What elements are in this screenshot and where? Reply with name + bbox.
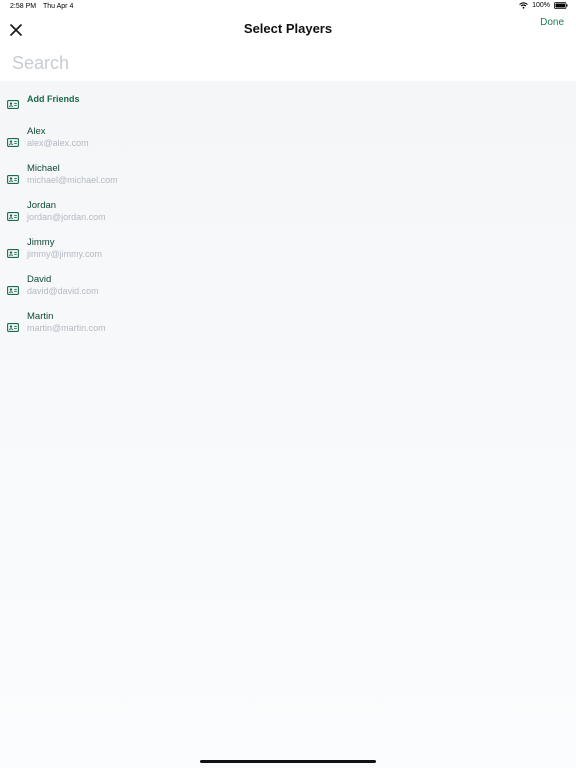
player-row[interactable]: Martin martin@martin.com: [0, 307, 576, 341]
player-email: martin@martin.com: [27, 323, 106, 333]
contact-card-icon: [7, 282, 19, 295]
contact-card-icon: [7, 319, 19, 332]
player-email: michael@michael.com: [27, 175, 118, 185]
done-button[interactable]: Done: [540, 17, 564, 28]
player-row[interactable]: Jordan jordan@jordan.com: [0, 196, 576, 230]
player-name: Jordan: [27, 200, 57, 211]
contact-card-icon: [7, 245, 19, 258]
page-title: Select Players: [243, 21, 333, 36]
status-indicators: 100%: [519, 2, 568, 9]
status-bar: 2:58 PM Thu Apr 4 100%: [0, 0, 576, 14]
search-bar: [0, 46, 576, 80]
add-friends-button[interactable]: Add Friends: [0, 90, 576, 110]
player-email: jimmy@jimmy.com: [27, 249, 102, 259]
player-name: David: [27, 274, 52, 285]
player-row[interactable]: Jimmy jimmy@jimmy.com: [0, 233, 576, 267]
player-name: Alex: [27, 126, 46, 137]
player-row[interactable]: Michael michael@michael.com: [0, 159, 576, 193]
status-date: Thu Apr 4: [43, 3, 74, 10]
status-time: 2:58 PM: [10, 3, 37, 10]
contact-card-icon: [7, 171, 19, 184]
add-friends-label: Add Friends: [27, 94, 80, 104]
player-name: Michael: [27, 163, 60, 174]
wifi-icon: [519, 2, 528, 9]
home-indicator: [200, 760, 376, 763]
contact-card-icon: [7, 134, 19, 147]
navigation-bar: Select Players Done: [0, 14, 576, 44]
battery-icon: [554, 2, 568, 9]
player-email: david@david.com: [27, 286, 99, 296]
player-email: jordan@jordan.com: [27, 212, 106, 222]
player-email: alex@alex.com: [27, 138, 89, 148]
contact-card-icon: [7, 208, 19, 221]
contact-card-icon: [7, 96, 19, 109]
player-row[interactable]: Alex alex@alex.com: [0, 122, 576, 156]
player-row[interactable]: David david@david.com: [0, 270, 576, 304]
player-name: Martin: [27, 311, 54, 322]
search-input[interactable]: [10, 52, 564, 74]
player-name: Jimmy: [27, 237, 55, 248]
battery-percentage: 100%: [532, 2, 550, 9]
